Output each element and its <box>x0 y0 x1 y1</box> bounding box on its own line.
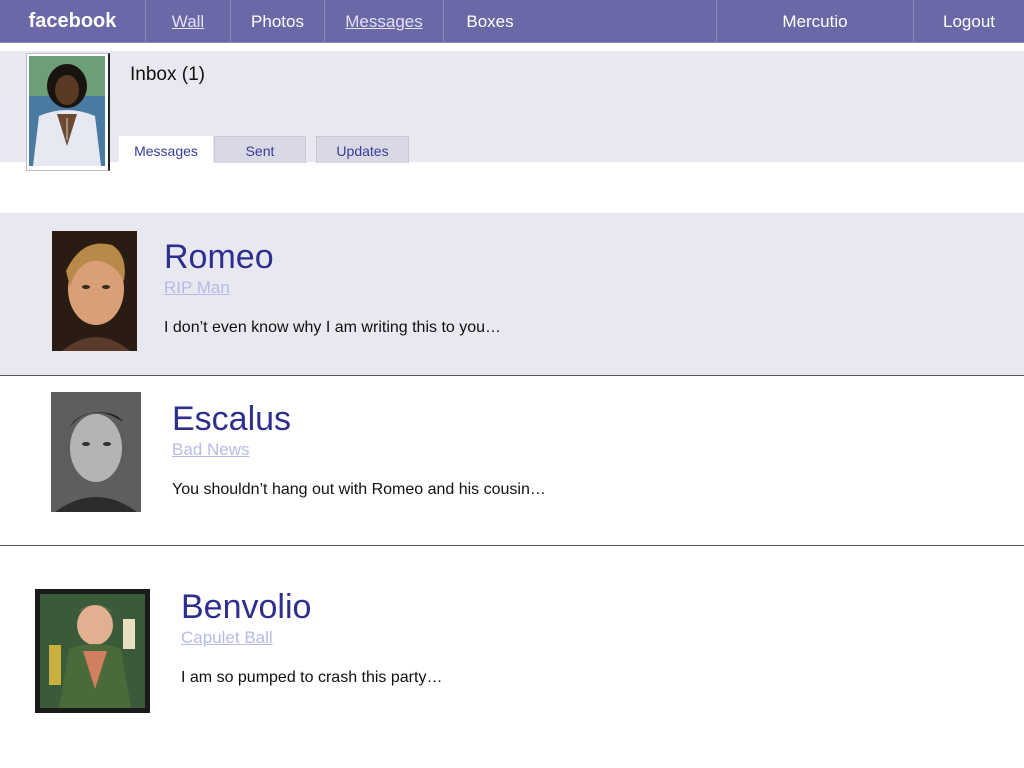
message-row-unread[interactable] <box>0 213 1024 375</box>
top-nav-border <box>0 42 1024 43</box>
message-sender-name[interactable]: Romeo <box>164 238 274 277</box>
tab-messages[interactable]: Messages <box>119 136 213 163</box>
sender-photo-image <box>35 589 150 713</box>
message-preview: You shouldn’t hang out with Romeo and hi… <box>172 481 546 498</box>
profile-photo-frame[interactable] <box>26 53 110 171</box>
nav-messages-link[interactable]: Messages <box>345 12 422 31</box>
profile-photo-avatar[interactable] <box>29 56 105 166</box>
message-sender-name[interactable]: Benvolio <box>181 588 311 627</box>
tab-sent[interactable]: Sent <box>214 136 306 163</box>
sender-avatar[interactable] <box>52 231 137 351</box>
tab-updates[interactable]: Updates <box>316 136 409 163</box>
nav-user-link[interactable]: Mercutio <box>717 0 913 42</box>
message-sender-name[interactable]: Escalus <box>172 400 291 439</box>
sender-avatar[interactable] <box>51 392 141 512</box>
sender-photo-image <box>51 392 141 512</box>
nav-wall-link[interactable]: Wall <box>172 12 204 31</box>
nav-messages-item[interactable]: Messages <box>325 0 443 42</box>
message-row[interactable] <box>0 376 1024 545</box>
facebook-logo[interactable]: facebook <box>0 0 145 42</box>
message-row[interactable] <box>0 546 1024 768</box>
message-subject-link[interactable]: RIP Man <box>164 278 230 298</box>
inbox-title: Inbox (1) <box>130 64 205 85</box>
message-preview: I don’t even know why I am writing this … <box>164 319 502 336</box>
message-preview: I am so pumped to crash this party… <box>181 669 443 686</box>
message-subject-link[interactable]: Bad News <box>172 440 249 460</box>
message-subject-link[interactable]: Capulet Ball <box>181 628 273 648</box>
nav-wall-item[interactable]: Wall <box>146 0 230 42</box>
nav-photos-link[interactable]: Photos <box>231 0 324 42</box>
sender-photo-image <box>52 231 137 351</box>
nav-boxes-link[interactable]: Boxes <box>444 0 536 42</box>
profile-photo-image <box>29 56 105 166</box>
sender-avatar[interactable] <box>35 589 150 713</box>
logout-link[interactable]: Logout <box>914 0 1024 42</box>
